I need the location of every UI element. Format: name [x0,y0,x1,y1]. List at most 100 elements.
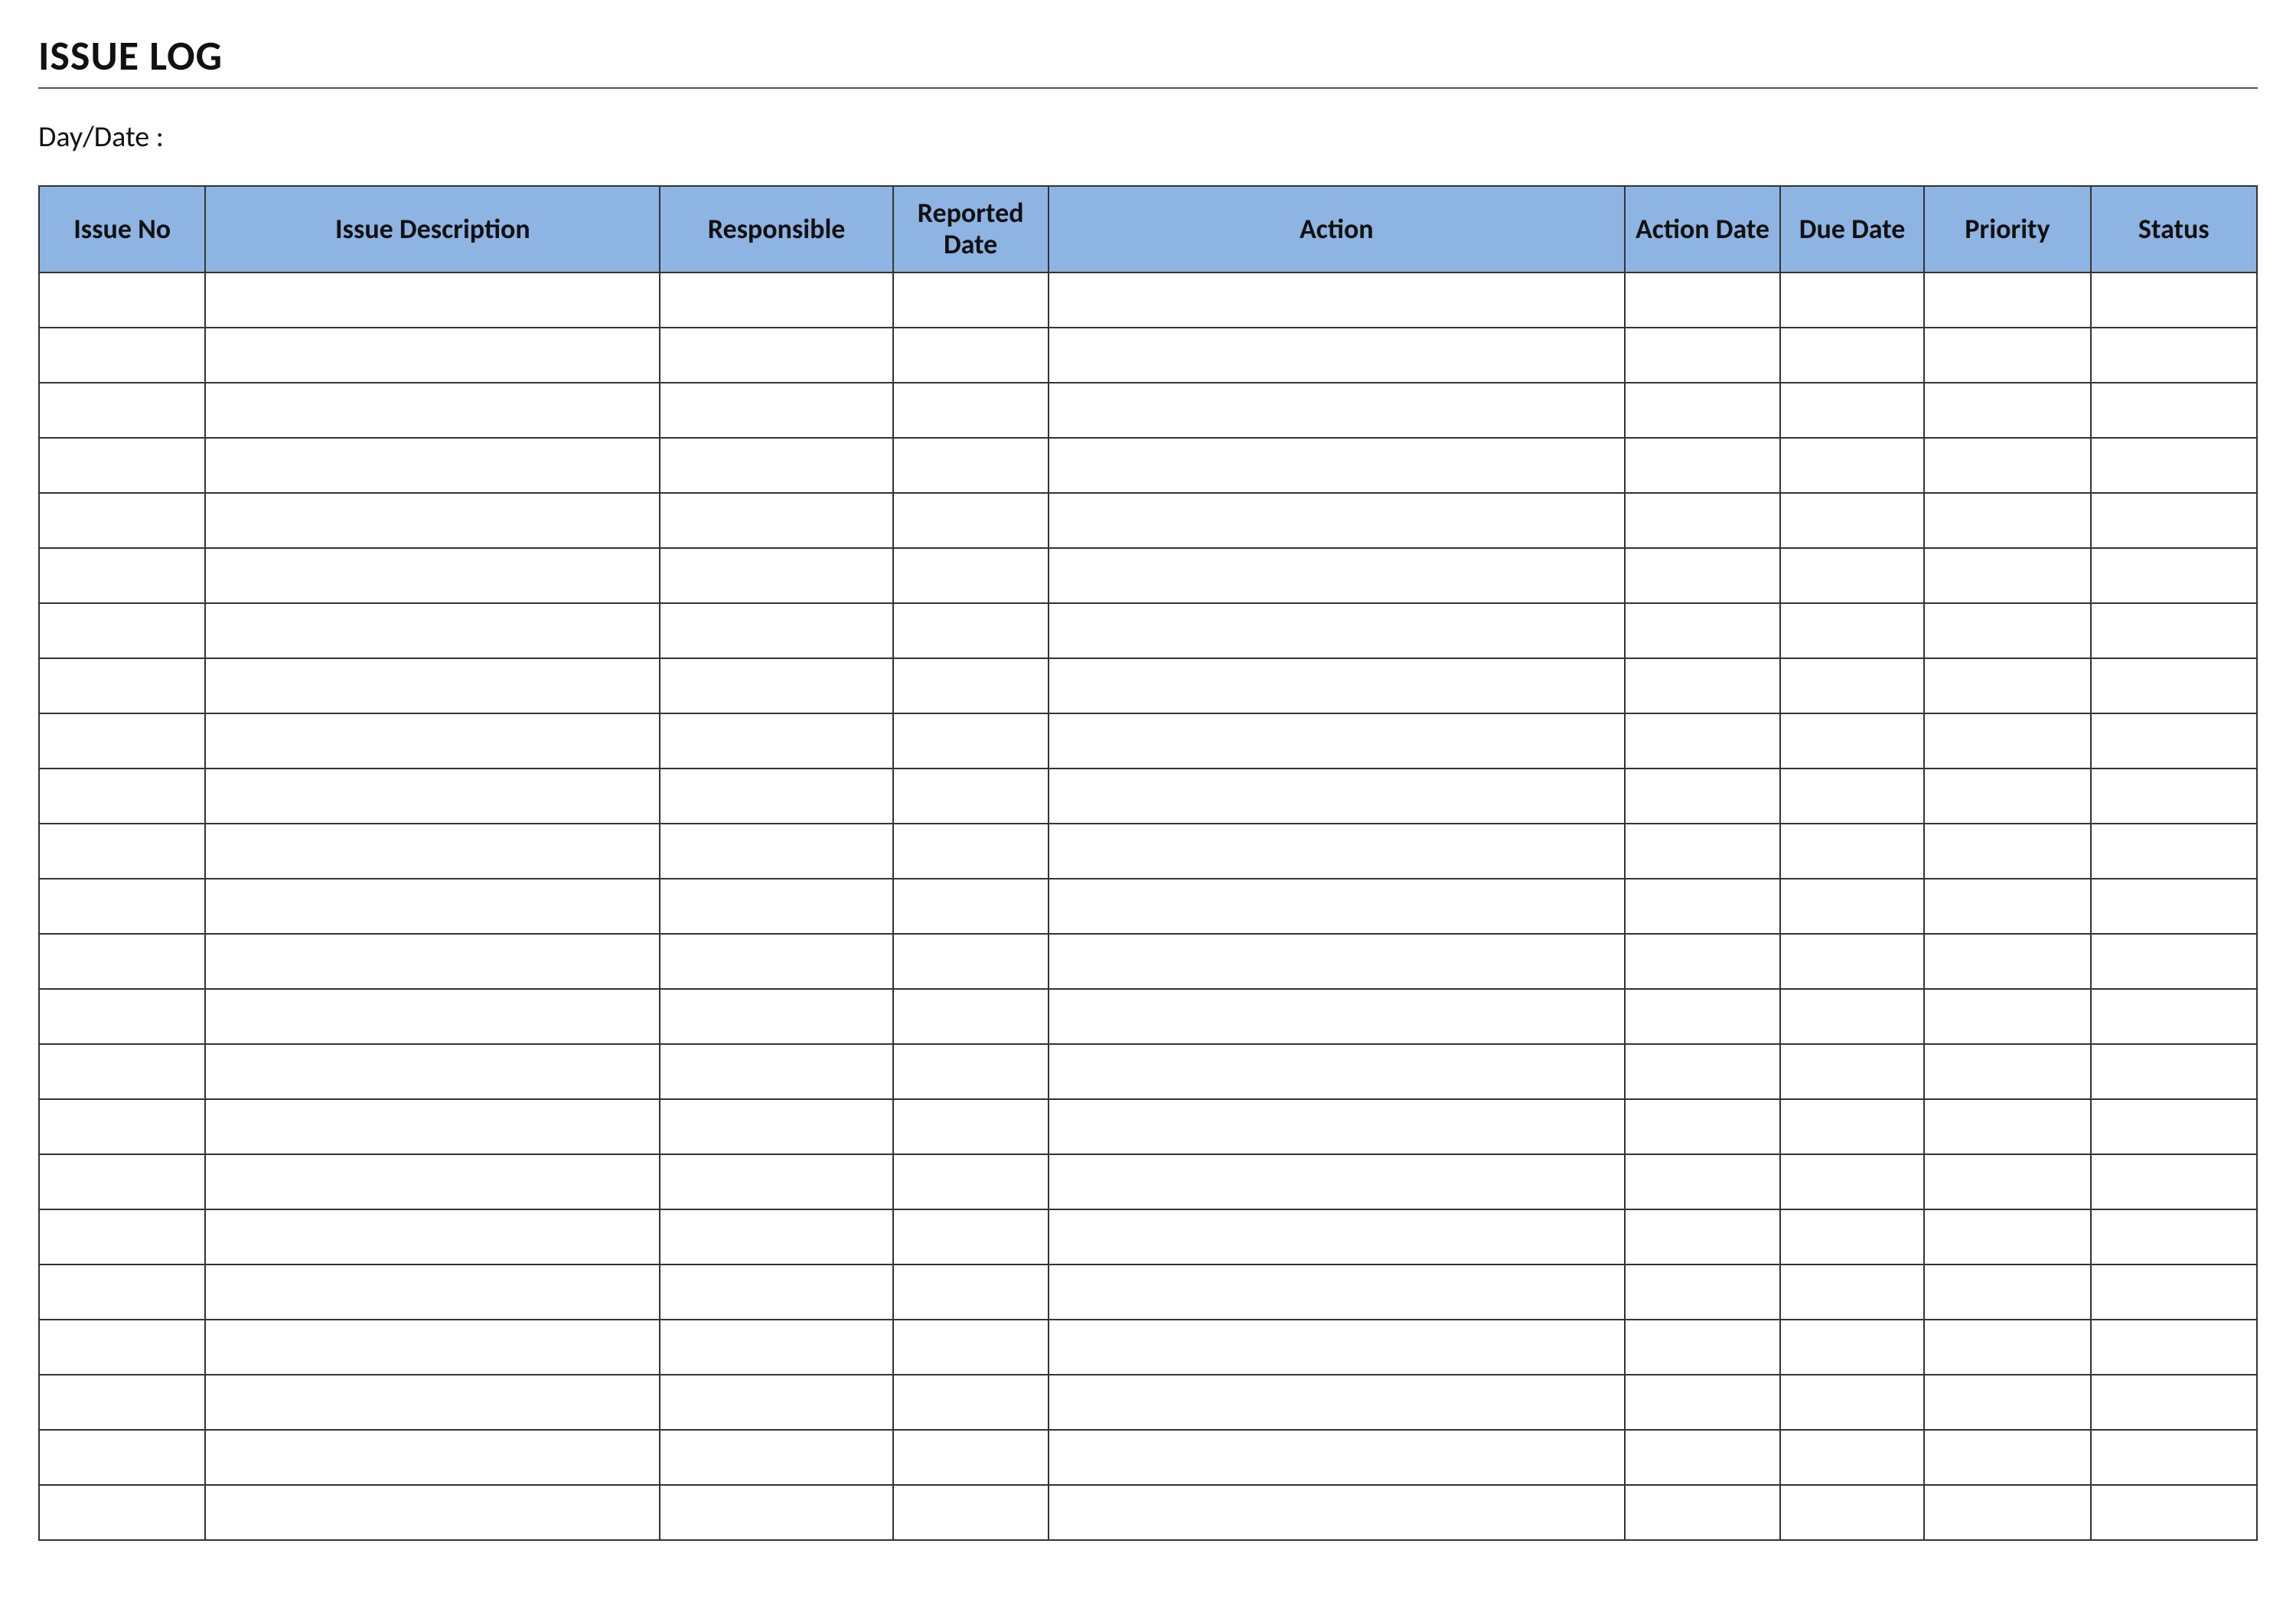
cell-reported_date [893,879,1049,934]
cell-priority [1924,1265,2090,1320]
cell-reported_date [893,1099,1049,1154]
cell-priority [1924,328,2090,383]
cell-status [2091,1154,2257,1209]
cell-description [205,1099,660,1154]
cell-due_date [1780,1099,1924,1154]
cell-due_date [1780,548,1924,603]
cell-due_date [1780,493,1924,548]
cell-issue_no [39,1154,205,1209]
cell-status [2091,438,2257,493]
table-row [39,934,2257,989]
cell-issue_no [39,493,205,548]
cell-due_date [1780,1375,1924,1430]
cell-responsible [660,824,892,879]
cell-description [205,713,660,768]
cell-status [2091,603,2257,658]
cell-description [205,658,660,713]
cell-action_date [1625,934,1780,989]
cell-status [2091,934,2257,989]
cell-status [2091,1430,2257,1485]
col-header-status: Status [2091,186,2257,272]
cell-due_date [1780,328,1924,383]
cell-description [205,548,660,603]
cell-reported_date [893,1320,1049,1375]
cell-description [205,493,660,548]
cell-responsible [660,1044,892,1099]
col-header-action-date: Action Date [1625,186,1780,272]
cell-description [205,603,660,658]
cell-action [1049,824,1625,879]
cell-action_date [1625,658,1780,713]
cell-description [205,438,660,493]
cell-status [2091,1320,2257,1375]
cell-due_date [1780,1044,1924,1099]
cell-issue_no [39,603,205,658]
table-row [39,383,2257,438]
cell-action_date [1625,548,1780,603]
cell-description [205,1430,660,1485]
cell-issue_no [39,438,205,493]
cell-responsible [660,1375,892,1430]
page-title: ISSUE LOG [38,31,2258,81]
table-row [39,548,2257,603]
cell-description [205,1265,660,1320]
cell-action [1049,272,1625,328]
cell-responsible [660,989,892,1044]
col-header-responsible: Responsible [660,186,892,272]
cell-status [2091,1209,2257,1265]
cell-action [1049,934,1625,989]
cell-issue_no [39,1430,205,1485]
cell-reported_date [893,1209,1049,1265]
cell-responsible [660,713,892,768]
cell-status [2091,824,2257,879]
cell-issue_no [39,1099,205,1154]
cell-action_date [1625,1209,1780,1265]
table-row [39,603,2257,658]
cell-priority [1924,548,2090,603]
cell-issue_no [39,824,205,879]
cell-responsible [660,548,892,603]
cell-priority [1924,1044,2090,1099]
cell-action_date [1625,1430,1780,1485]
cell-action_date [1625,1375,1780,1430]
cell-action [1049,328,1625,383]
table-row [39,1375,2257,1430]
cell-due_date [1780,768,1924,824]
cell-action_date [1625,824,1780,879]
cell-status [2091,272,2257,328]
table-row [39,824,2257,879]
table-row [39,1485,2257,1540]
cell-priority [1924,824,2090,879]
cell-responsible [660,1485,892,1540]
table-header-row: Issue No Issue Description Responsible R… [39,186,2257,272]
cell-action_date [1625,989,1780,1044]
cell-priority [1924,658,2090,713]
cell-issue_no [39,1044,205,1099]
cell-issue_no [39,658,205,713]
cell-status [2091,1375,2257,1430]
cell-status [2091,328,2257,383]
cell-description [205,272,660,328]
cell-responsible [660,1209,892,1265]
cell-due_date [1780,934,1924,989]
cell-action_date [1625,879,1780,934]
day-date-field: Day/Date : [38,119,2258,155]
cell-reported_date [893,1044,1049,1099]
cell-priority [1924,879,2090,934]
cell-responsible [660,879,892,934]
cell-issue_no [39,713,205,768]
col-header-due-date: Due Date [1780,186,1924,272]
table-row [39,768,2257,824]
cell-responsible [660,328,892,383]
cell-status [2091,383,2257,438]
cell-action [1049,1099,1625,1154]
col-header-reported-date: Reported Date [893,186,1049,272]
cell-action_date [1625,272,1780,328]
cell-responsible [660,658,892,713]
cell-reported_date [893,713,1049,768]
cell-priority [1924,1485,2090,1540]
cell-action_date [1625,1320,1780,1375]
table-row [39,879,2257,934]
cell-issue_no [39,1485,205,1540]
cell-reported_date [893,603,1049,658]
